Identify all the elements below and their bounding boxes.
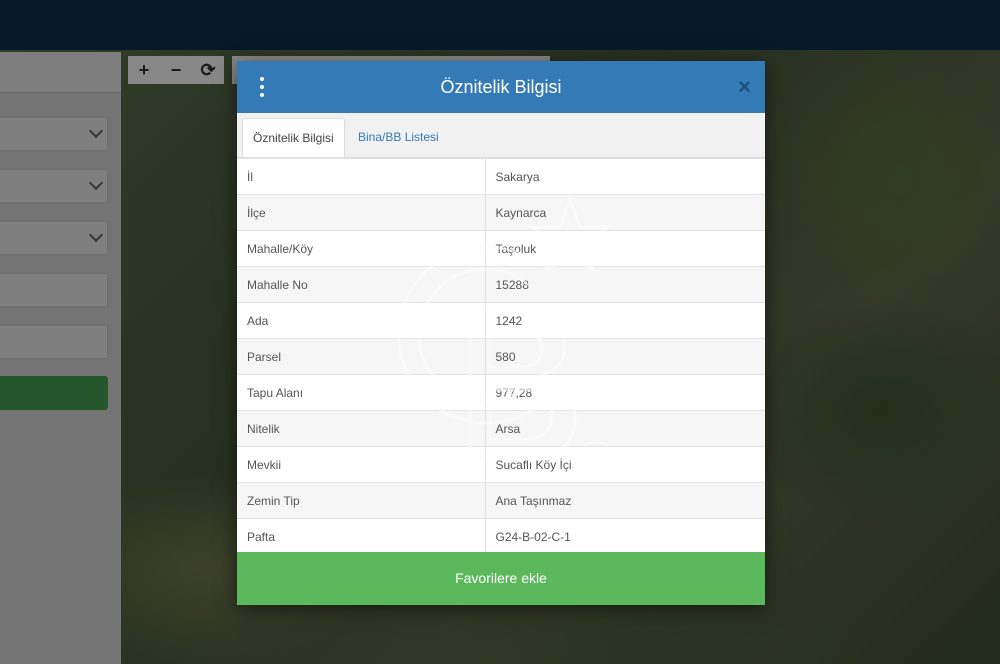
row-key: Nitelik	[237, 410, 486, 447]
tab-building-list[interactable]: Bina/BB Listesi	[348, 118, 449, 157]
row-value: 15288	[485, 266, 765, 303]
row-value: Sucaflı Köy İçi	[485, 446, 765, 483]
table-row: Ada 1242	[237, 302, 765, 339]
row-value: 977,28	[485, 374, 765, 411]
table-row: Mahalle/Köy Taşoluk	[237, 230, 765, 267]
table-row: Mahalle No 15288	[237, 266, 765, 303]
tab-bar: Öznitelik Bilgisi Bina/BB Listesi	[237, 113, 765, 158]
row-value: 1242	[485, 302, 765, 339]
row-value: Ana Taşınmaz	[485, 482, 765, 519]
row-value: 580	[485, 338, 765, 375]
attribute-table-wrapper[interactable]: İl Sakarya İlçe Kaynarca Mahalle/Köy Taşolu…	[237, 158, 765, 552]
table-row: Pafta G24-B-02-C-1	[237, 518, 765, 552]
top-navbar	[0, 0, 1000, 50]
attribute-table: İl Sakarya İlçe Kaynarca Mahalle/Köy Taşolu…	[237, 158, 765, 552]
table-row: İl Sakarya	[237, 158, 765, 195]
close-icon[interactable]: ×	[738, 74, 751, 100]
row-key: Parsel	[237, 338, 486, 375]
table-row: Nitelik Arsa	[237, 410, 765, 447]
attribute-info-modal: Öznitelik Bilgisi × Öznitelik Bilgisi Bi…	[237, 61, 765, 605]
row-value: Arsa	[485, 410, 765, 447]
tab-attribute-info[interactable]: Öznitelik Bilgisi	[242, 118, 345, 157]
add-to-favorites-button[interactable]: Favorilere ekle	[237, 552, 765, 605]
row-value: Taşoluk	[485, 230, 765, 267]
row-key: Pafta	[237, 518, 486, 552]
table-row: Tapu Alanı 977,28	[237, 374, 765, 411]
row-key: İlçe	[237, 194, 486, 231]
table-row: Zemin Tip Ana Taşınmaz	[237, 482, 765, 519]
row-key: Mahalle No	[237, 266, 486, 303]
row-key: İl	[237, 158, 486, 195]
table-row: Mevkii Sucaflı Köy İçi	[237, 446, 765, 483]
row-key: Mahalle/Köy	[237, 230, 486, 267]
row-key: Zemin Tip	[237, 482, 486, 519]
table-row: Parsel 580	[237, 338, 765, 375]
table-row: İlçe Kaynarca	[237, 194, 765, 231]
modal-title: Öznitelik Bilgisi	[440, 77, 562, 97]
kebab-menu-icon[interactable]	[259, 77, 265, 97]
row-key: Ada	[237, 302, 486, 339]
modal-header: Öznitelik Bilgisi ×	[237, 61, 765, 113]
row-value: Sakarya	[485, 158, 765, 195]
row-key: Mevkii	[237, 446, 486, 483]
row-value: Kaynarca	[485, 194, 765, 231]
row-value: G24-B-02-C-1	[485, 518, 765, 552]
row-key: Tapu Alanı	[237, 374, 486, 411]
